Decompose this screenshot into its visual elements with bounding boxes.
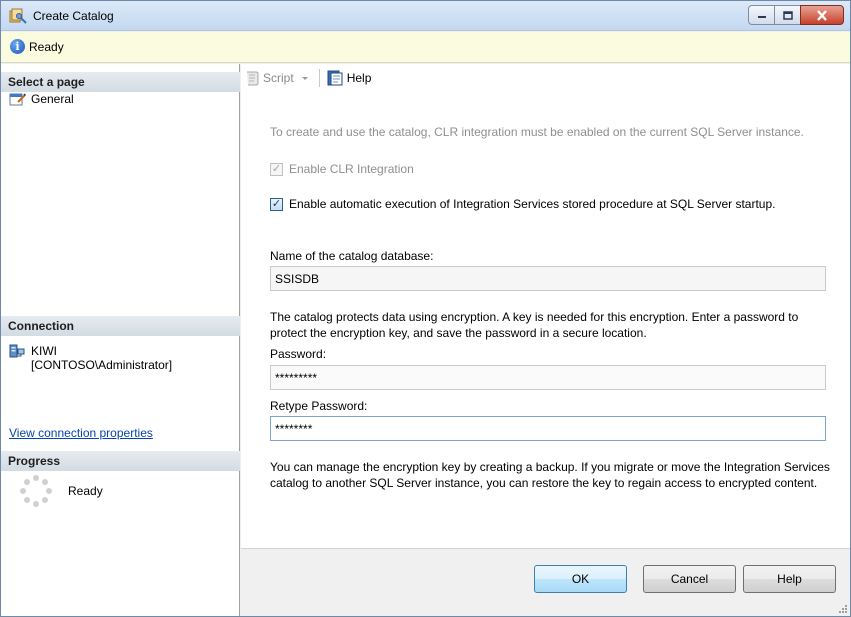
window-title: Create Catalog bbox=[33, 9, 114, 23]
status-bar: i Ready bbox=[1, 32, 850, 63]
select-page-header: Select a page bbox=[1, 72, 240, 92]
progress-status: Ready bbox=[68, 484, 103, 498]
script-icon bbox=[247, 71, 259, 86]
retype-password-field[interactable]: ******** bbox=[270, 416, 826, 441]
general-page-icon bbox=[9, 93, 26, 106]
help-button[interactable]: Help bbox=[743, 565, 836, 593]
script-button[interactable]: Script bbox=[244, 70, 311, 86]
help-icon bbox=[327, 70, 343, 86]
info-icon: i bbox=[10, 39, 25, 54]
connection-header: Connection bbox=[1, 316, 240, 336]
password-field[interactable]: ********* bbox=[270, 365, 826, 390]
connection-server: KIWI bbox=[31, 344, 57, 358]
close-button[interactable] bbox=[800, 5, 844, 25]
help-label: Help bbox=[346, 71, 372, 85]
page-item-label: General bbox=[31, 92, 74, 106]
maximize-button[interactable] bbox=[774, 5, 801, 25]
title-bar[interactable]: Create Catalog bbox=[1, 1, 850, 31]
catalog-db-field[interactable]: SSISDB bbox=[270, 266, 826, 291]
create-catalog-dialog: Create Catalog i Ready Select a page Gen… bbox=[0, 0, 851, 617]
window-controls bbox=[748, 5, 844, 25]
script-label: Script bbox=[263, 71, 294, 85]
enable-clr-row: ✓ Enable CLR Integration bbox=[270, 162, 414, 177]
page-item-general[interactable]: General bbox=[9, 92, 74, 106]
status-text: Ready bbox=[29, 40, 64, 54]
enable-clr-checkbox[interactable]: ✓ bbox=[270, 163, 283, 176]
catalog-app-icon bbox=[9, 8, 27, 24]
progress-spinner-icon bbox=[20, 475, 52, 507]
chevron-down-icon bbox=[301, 77, 308, 80]
toolbar: Script Help bbox=[241, 64, 850, 92]
clr-note: To create and use the catalog, CLR integ… bbox=[270, 125, 804, 139]
minimize-button[interactable] bbox=[748, 5, 775, 25]
maximize-icon bbox=[782, 10, 793, 20]
encryption-note: The catalog protects data using encrypti… bbox=[270, 310, 799, 340]
retype-password-label: Retype Password: bbox=[270, 399, 368, 413]
ok-button[interactable]: OK bbox=[534, 565, 627, 593]
help-toolbar-button[interactable]: Help bbox=[327, 70, 372, 86]
main-panel: Script Help To create and use the catalo… bbox=[241, 64, 850, 548]
close-icon bbox=[817, 9, 827, 21]
auto-exec-label: Enable automatic execution of Integratio… bbox=[289, 197, 776, 211]
server-connection-icon bbox=[9, 344, 25, 358]
minimize-icon bbox=[757, 16, 766, 18]
view-connection-properties-link[interactable]: View connection properties bbox=[9, 426, 153, 440]
connection-info: KIWI [CONTOSO\Administrator] bbox=[9, 344, 172, 372]
auto-exec-checkbox[interactable]: ✓ bbox=[270, 198, 283, 211]
toolbar-separator bbox=[318, 69, 320, 87]
cancel-button[interactable]: Cancel bbox=[643, 565, 736, 593]
left-panel: Select a page General Connection KIWI [C… bbox=[1, 64, 240, 616]
catalog-db-label: Name of the catalog database: bbox=[270, 249, 434, 263]
connection-text: KIWI [CONTOSO\Administrator] bbox=[31, 344, 172, 372]
auto-exec-row: ✓ Enable automatic execution of Integrat… bbox=[270, 197, 810, 212]
button-bar: OK Cancel Help bbox=[241, 548, 850, 616]
progress-header: Progress bbox=[1, 451, 240, 471]
enable-clr-label: Enable CLR Integration bbox=[289, 162, 414, 176]
resize-grip-icon[interactable] bbox=[838, 604, 848, 614]
password-label: Password: bbox=[270, 347, 327, 361]
backup-note: You can manage the encryption key by cre… bbox=[270, 460, 830, 490]
connection-user: [CONTOSO\Administrator] bbox=[31, 358, 173, 372]
